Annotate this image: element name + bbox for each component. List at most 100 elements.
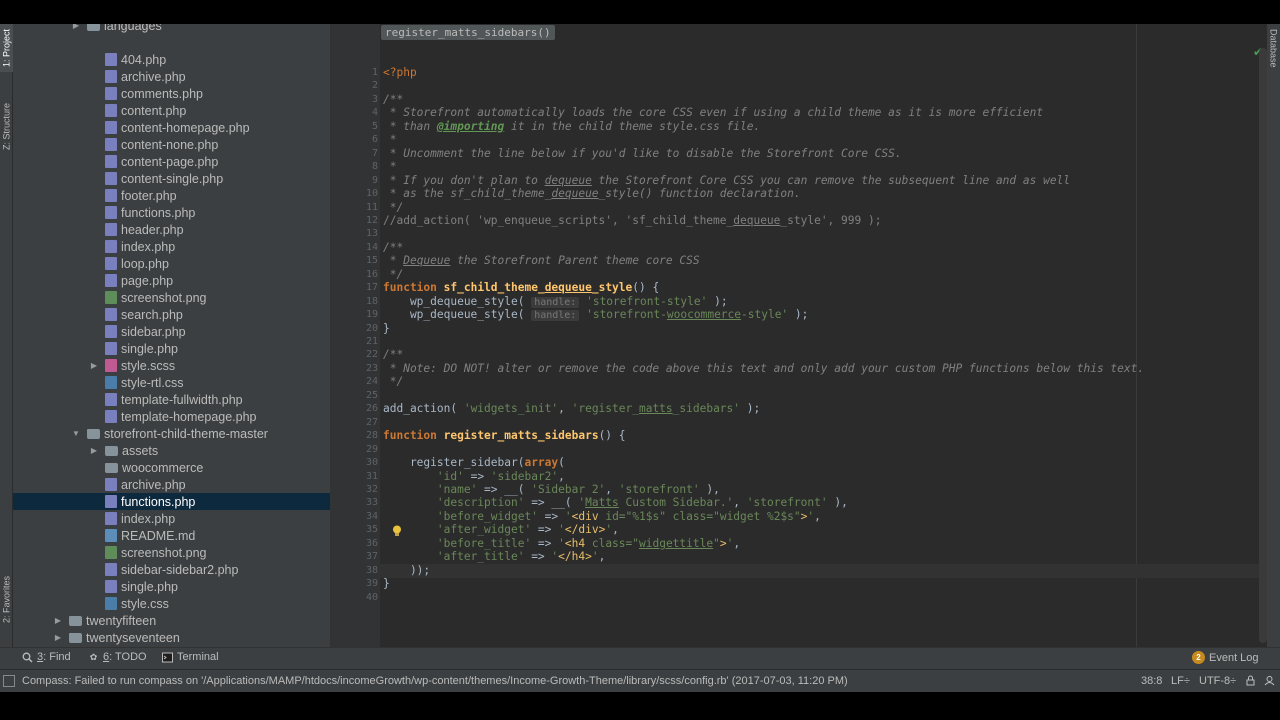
- expand-arrow-down-icon[interactable]: ▼: [71, 429, 81, 439]
- code-line[interactable]: * Dequeue the Storefront Parent theme co…: [383, 254, 700, 268]
- tree-item[interactable]: ▶ assets: [13, 442, 330, 459]
- terminal-tool-button[interactable]: Terminal: [162, 651, 219, 663]
- collapse-arrow-right-icon[interactable]: ▶: [53, 633, 63, 643]
- intention-bulb-icon[interactable]: [392, 524, 402, 536]
- code-line[interactable]: 'before_widget' => '<div id="%1$s" class…: [383, 510, 821, 524]
- status-message[interactable]: Compass: Failed to run compass on '/Appl…: [22, 675, 848, 687]
- tree-item[interactable]: screenshot.png: [13, 544, 330, 561]
- collapse-arrow-right-icon[interactable]: ▶: [89, 446, 99, 456]
- inspector-icon[interactable]: [1264, 675, 1275, 689]
- tree-item[interactable]: 404.php: [13, 51, 330, 68]
- code-line[interactable]: 'name' => __( 'Sidebar 2', 'storefront' …: [383, 483, 720, 497]
- php-file-icon: [105, 325, 117, 338]
- php-file-icon: [105, 87, 117, 100]
- tree-item[interactable]: ▶ languages: [13, 24, 330, 34]
- tree-item[interactable]: loop.php: [13, 255, 330, 272]
- tree-item-label: screenshot.png: [121, 290, 207, 305]
- tree-item[interactable]: sidebar.php: [13, 323, 330, 340]
- code-line[interactable]: * Uncomment the line below if you'd like…: [383, 147, 902, 161]
- tree-item[interactable]: index.php: [13, 238, 330, 255]
- caret-position[interactable]: 38:8: [1141, 675, 1162, 687]
- code-line[interactable]: /**: [383, 348, 403, 362]
- tree-item[interactable]: content-page.php: [13, 153, 330, 170]
- code-line[interactable]: */: [383, 268, 403, 282]
- code-line[interactable]: wp_dequeue_style( handle: 'storefront-wo…: [383, 308, 808, 322]
- file-encoding[interactable]: UTF-8÷: [1199, 675, 1236, 687]
- tree-item[interactable]: sidebar-sidebar2.php: [13, 561, 330, 578]
- line-number: 8: [371, 161, 378, 173]
- tree-item[interactable]: functions.php: [13, 493, 330, 510]
- code-line[interactable]: register_sidebar(array(: [383, 456, 565, 470]
- tree-item[interactable]: template-fullwidth.php: [13, 391, 330, 408]
- line-number: 30: [365, 457, 378, 469]
- tree-item[interactable]: single.php: [13, 340, 330, 357]
- tree-item[interactable]: archive.php: [13, 68, 330, 85]
- tree-item[interactable]: index.php: [13, 510, 330, 527]
- code-line[interactable]: }: [383, 577, 390, 591]
- code-line[interactable]: * Note: DO NOT! alter or remove the code…: [383, 362, 1144, 376]
- scss-file-icon: [105, 359, 117, 372]
- code-line[interactable]: }: [383, 322, 390, 336]
- tree-item[interactable]: template-homepage.php: [13, 408, 330, 425]
- code-line[interactable]: 'description' => __( 'Matts Custom Sideb…: [383, 496, 848, 510]
- tree-item[interactable]: header.php: [13, 221, 330, 238]
- code-line[interactable]: 'after_title' => '</h4>',: [383, 550, 605, 564]
- code-line[interactable]: *: [383, 160, 397, 174]
- code-line[interactable]: ));: [383, 564, 430, 578]
- code-line[interactable]: * Storefront automatically loads the cor…: [383, 106, 1043, 120]
- tree-item[interactable]: style-rtl.css: [13, 374, 330, 391]
- tree-item[interactable]: content-none.php: [13, 136, 330, 153]
- line-separator[interactable]: LF÷: [1171, 675, 1190, 687]
- database-tool-tab[interactable]: Database: [1267, 24, 1280, 72]
- tree-item[interactable]: comments.php: [13, 85, 330, 102]
- tree-item[interactable]: screenshot.png: [13, 289, 330, 306]
- tree-item[interactable]: ▼ storefront-child-theme-master: [13, 425, 330, 442]
- favorites-tool-tab[interactable]: 2: Favorites: [0, 564, 13, 634]
- code-line[interactable]: add_action( 'widgets_init', 'register_ma…: [383, 402, 760, 416]
- tree-item[interactable]: style.css: [13, 595, 330, 612]
- code-line[interactable]: * than @importing it in the child theme …: [383, 120, 760, 134]
- tree-item[interactable]: content-single.php: [13, 170, 330, 187]
- lock-icon[interactable]: [1246, 675, 1255, 689]
- code-line[interactable]: *: [383, 133, 397, 147]
- code-line[interactable]: 'after_widget' => '</div>',: [383, 523, 619, 537]
- code-line[interactable]: /**: [383, 241, 403, 255]
- tool-windows-toggle-icon[interactable]: [3, 675, 15, 687]
- tree-item[interactable]: archive.php: [13, 476, 330, 493]
- code-line[interactable]: //add_action( 'wp_enqueue_scripts', 'sf_…: [383, 214, 881, 228]
- collapse-arrow-right-icon[interactable]: ▶: [71, 24, 81, 31]
- tree-item[interactable]: content-homepage.php: [13, 119, 330, 136]
- collapse-arrow-right-icon[interactable]: ▶: [89, 361, 99, 371]
- tree-item[interactable]: search.php: [13, 306, 330, 323]
- code-line[interactable]: */: [383, 375, 403, 389]
- code-line[interactable]: 'id' => 'sidebar2',: [383, 470, 565, 484]
- project-tool-tab[interactable]: 1: Project: [0, 24, 13, 72]
- tree-item[interactable]: ▶ style.scss: [13, 357, 330, 374]
- code-editor[interactable]: 1 2 3 4 5 6 7 8 9 10 11 12 13 14 15 16 17 18 19 20 21 22 23 24 2…: [330, 24, 1267, 647]
- code-line[interactable]: <?php: [383, 66, 417, 80]
- structure-tool-tab[interactable]: Z: Structure: [0, 86, 13, 166]
- code-line[interactable]: /**: [383, 93, 403, 107]
- editor-scrollbar[interactable]: [1259, 48, 1267, 643]
- code-line[interactable]: * as the sf_child_theme_dequeue_style() …: [383, 187, 801, 201]
- todo-tool-button[interactable]: ✿ 6: TODO: [88, 651, 147, 663]
- tree-item[interactable]: footer.php: [13, 187, 330, 204]
- code-line[interactable]: * If you don't plan to dequeue the Store…: [383, 174, 1070, 188]
- tree-item[interactable]: ▶ twentyseventeen: [13, 629, 330, 646]
- collapse-arrow-right-icon[interactable]: ▶: [53, 616, 63, 626]
- tree-item[interactable]: README.md: [13, 527, 330, 544]
- find-tool-button[interactable]: 3: Find: [22, 651, 71, 663]
- tree-item[interactable]: functions.php: [13, 204, 330, 221]
- tree-item[interactable]: content.php: [13, 102, 330, 119]
- tree-item[interactable]: single.php: [13, 578, 330, 595]
- code-line[interactable]: */: [383, 201, 403, 215]
- tree-item[interactable]: woocommerce: [13, 459, 330, 476]
- code-line[interactable]: wp_dequeue_style( handle: 'storefront-st…: [383, 295, 728, 309]
- tree-item[interactable]: page.php: [13, 272, 330, 289]
- event-log-button[interactable]: 2 Event Log: [1192, 651, 1259, 664]
- code-line[interactable]: function sf_child_theme_dequeue_style() …: [383, 281, 659, 295]
- code-line[interactable]: 'before_title' => '<h4 class="widgettitl…: [383, 537, 740, 551]
- tree-item[interactable]: ▶ twentyfifteen: [13, 612, 330, 629]
- code-line[interactable]: function register_matts_sidebars() {: [383, 429, 626, 443]
- breadcrumb[interactable]: register_matts_sidebars(): [381, 25, 555, 40]
